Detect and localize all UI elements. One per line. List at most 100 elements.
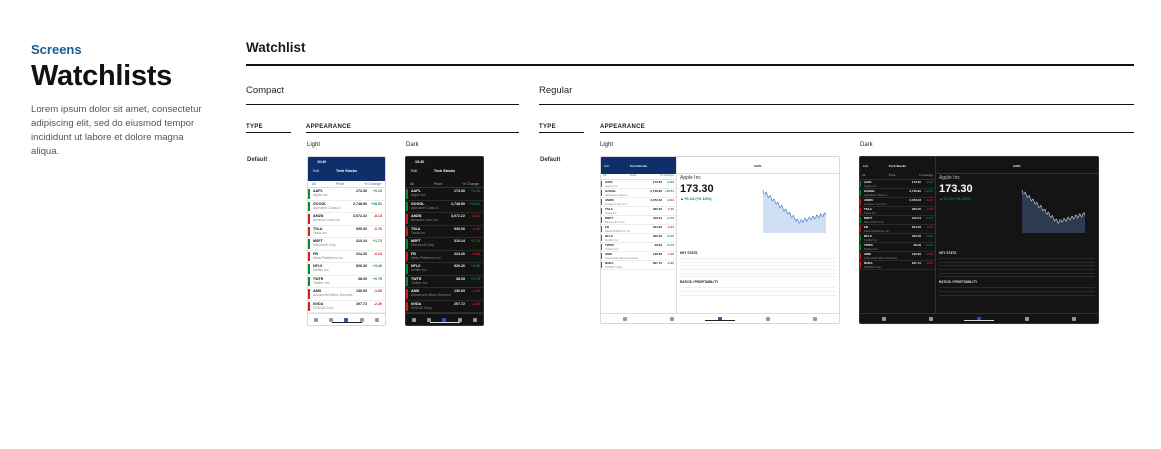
tab-icon[interactable]	[457, 317, 462, 322]
detail-header: AAPL	[677, 157, 839, 174]
stock-name: Twitter Inc	[411, 280, 428, 285]
tab-icon[interactable]	[411, 317, 416, 322]
company-name: Apple Inc	[939, 175, 960, 181]
tab-icon[interactable]	[313, 317, 318, 322]
list-item[interactable]: AAPL Apple Inc 173.30 +0.23	[406, 188, 483, 201]
stock-name: Alphabet Class A	[411, 205, 439, 210]
stock-price: 930.00	[356, 226, 367, 231]
list-item[interactable]: GOOGL Alphabet Class A 2,748.90 +18.51	[406, 201, 483, 213]
regular-dark-label: Dark	[860, 142, 873, 148]
list-item[interactable]: TWTR Twitter Inc 38.09 +0.79	[308, 276, 385, 288]
list-item[interactable]: AMD Advanced Micro Devices 136.69 -1.66	[308, 288, 385, 301]
list-item[interactable]: NVDA NVIDIA Corp 297.72 -2.20	[860, 261, 935, 270]
tab-icon[interactable]	[442, 317, 447, 322]
tab-icon[interactable]	[1072, 316, 1077, 321]
stat-row	[939, 274, 1095, 278]
tab-icon[interactable]	[473, 317, 478, 322]
list-item[interactable]: TWTR Twitter Inc 38.09 +0.79	[406, 276, 483, 288]
stock-price: 930.00	[911, 207, 921, 211]
stock-name: NVIDIA Corp	[313, 305, 334, 310]
list-item[interactable]: AAPL Apple Inc 173.30 +0.23	[860, 180, 935, 189]
tab-icon[interactable]	[427, 317, 432, 322]
regular-dark-screen: Edit Tech Stocks All Price % Change AAPL Apple…	[859, 156, 1099, 324]
list-item[interactable]: TSLA Tesla Inc 930.00 -0.76	[860, 207, 935, 216]
list-item[interactable]: NVDA NVIDIA Corp 297.72 -2.20	[308, 301, 385, 313]
list-item[interactable]: FB Meta Platforms Inc 224.26 -0.24	[860, 225, 935, 234]
list-item[interactable]: MSFT Microsoft Corp 310.24 +1.73	[860, 216, 935, 225]
stock-name: Netflix Inc	[313, 268, 329, 273]
list-item[interactable]: AMD Advanced Micro Devices 136.69 -1.66	[860, 252, 935, 261]
list-item[interactable]: NFLX Netflix Inc 520.26 +3.46	[308, 263, 385, 276]
price-chart[interactable]	[1018, 175, 1088, 245]
regular-type-head: TYPE	[539, 124, 556, 130]
compact-type-head: TYPE	[246, 124, 263, 130]
stock-name: Advanced Micro Devices	[313, 293, 353, 298]
tab-icon[interactable]	[375, 317, 380, 322]
list-item[interactable]: TWTR Twitter Inc 38.09 +0.79	[860, 243, 935, 252]
list-item[interactable]: FB Meta Platforms Inc 224.26 -0.24	[601, 225, 676, 234]
list-item[interactable]: MSFT Microsoft Corp 310.24 +1.73	[601, 216, 676, 225]
tab-icon[interactable]	[622, 316, 627, 321]
page-title: Watchlists	[31, 60, 172, 92]
stock-name: Apple Inc	[313, 193, 328, 198]
detail-title: AAPL	[753, 164, 763, 168]
list-item[interactable]: NVDA NVIDIA Corp 297.72 -2.20	[406, 301, 483, 313]
home-indicator	[964, 320, 994, 321]
stock-price: 3,072.22	[909, 198, 921, 202]
stock-change: +1.73	[372, 239, 382, 243]
tab-bar	[860, 313, 1098, 323]
company-name: Apple Inc	[680, 175, 701, 181]
tab-bar	[601, 313, 839, 323]
list-item[interactable]: MSFT Microsoft Corp 310.24 +1.73	[308, 238, 385, 251]
list-item[interactable]: MSFT Microsoft Corp 310.24 +1.73	[406, 238, 483, 251]
col-change: % Change	[659, 173, 674, 177]
list-item[interactable]: AMZN Amazon.com Inc 3,072.22 -8.13	[601, 198, 676, 207]
list-item[interactable]: GOOGL Alphabet Class A 2,748.90 +18.51	[308, 201, 385, 213]
col-filter: All	[312, 182, 316, 186]
stock-name: Microsoft Corp	[864, 219, 884, 224]
list-item[interactable]: AMZN Amazon.com Inc 3,072.22 -8.13	[308, 213, 385, 226]
tab-icon[interactable]	[329, 317, 334, 322]
tab-icon[interactable]	[359, 317, 364, 322]
status-time: 10:30	[415, 160, 425, 164]
list-item[interactable]: AMD Advanced Micro Devices 136.69 -1.66	[406, 288, 483, 301]
col-price: Price	[336, 182, 345, 186]
list-item[interactable]: AMD Advanced Micro Devices 136.69 -1.66	[601, 252, 676, 261]
stock-name: Alphabet Class A	[605, 192, 628, 197]
list-item[interactable]: AMZN Amazon.com Inc 3,072.22 -8.13	[406, 213, 483, 226]
stock-change: -8.13	[926, 198, 933, 202]
list-item[interactable]: GOOGL Alphabet Class A 2,748.90 +18.51	[601, 189, 676, 198]
list-item[interactable]: NFLX Netflix Inc 520.26 +3.46	[601, 234, 676, 243]
list-item[interactable]: NFLX Netflix Inc 520.26 +3.46	[406, 263, 483, 276]
list-item[interactable]: GOOGL Alphabet Class A 2,748.90 +18.51	[860, 189, 935, 198]
stock-price: 310.24	[356, 239, 367, 243]
stock-change: -0.24	[373, 251, 382, 256]
list-item[interactable]: NFLX Netflix Inc 520.26 +3.46	[860, 234, 935, 243]
stock-price: 136.69	[454, 289, 465, 293]
tab-icon[interactable]	[765, 316, 770, 321]
list-item[interactable]: TWTR Twitter Inc 38.09 +0.79	[601, 243, 676, 252]
price-chart[interactable]	[759, 175, 829, 245]
list-item[interactable]: FB Meta Platforms Inc 224.26 -0.24	[406, 251, 483, 263]
stock-price: 520.26	[356, 264, 367, 268]
list-item[interactable]: NVDA NVIDIA Corp 297.72 -2.20	[601, 261, 676, 270]
list-item[interactable]: FB Meta Platforms Inc 224.26 -0.24	[308, 251, 385, 263]
list-item[interactable]: AAPL Apple Inc 173.30 +0.23	[308, 188, 385, 201]
tab-icon[interactable]	[813, 316, 818, 321]
tab-icon[interactable]	[929, 316, 934, 321]
tab-icon[interactable]	[670, 316, 675, 321]
tab-icon[interactable]	[1024, 316, 1029, 321]
list-item[interactable]: TSLA Tesla Inc 930.00 -0.76	[406, 226, 483, 238]
section-divider	[246, 64, 1134, 66]
stock-price: 173.30	[454, 189, 465, 193]
stock-price: 3,072.22	[353, 214, 367, 218]
list-item[interactable]: TSLA Tesla Inc 930.00 -0.76	[601, 207, 676, 216]
list-item[interactable]: TSLA Tesla Inc 930.00 -0.76	[308, 226, 385, 238]
list-item[interactable]: AMZN Amazon.com Inc 3,072.22 -8.13	[860, 198, 935, 207]
stock-price: 2,748.90	[909, 189, 921, 193]
tab-icon[interactable]	[881, 316, 886, 321]
stock-price: 136.69	[911, 252, 921, 256]
stock-name: Twitter Inc	[864, 246, 878, 251]
tab-icon[interactable]	[344, 317, 349, 322]
list-item[interactable]: AAPL Apple Inc 173.30 +0.23	[601, 180, 676, 189]
